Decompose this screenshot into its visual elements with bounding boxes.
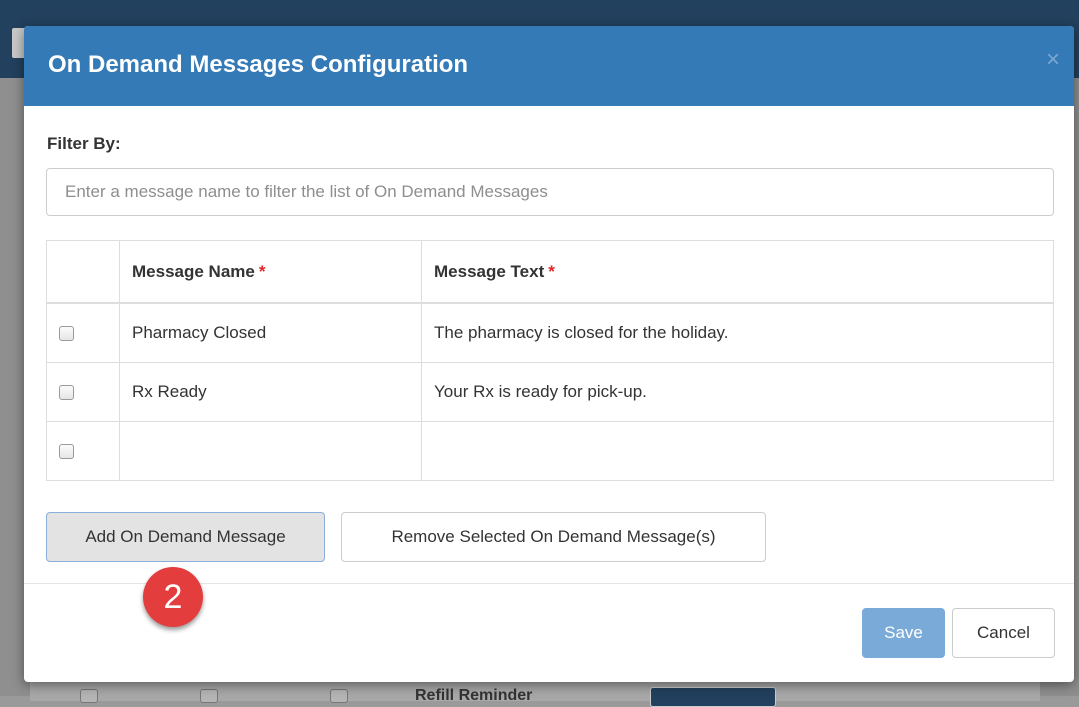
- message-name-cell[interactable]: Rx Ready: [119, 362, 422, 422]
- table-row[interactable]: Pharmacy Closed The pharmacy is closed f…: [46, 302, 1054, 363]
- message-name-header-label: Message Name: [132, 261, 255, 281]
- row-checkbox[interactable]: [59, 385, 74, 401]
- messages-table: Message Name * Message Text * Pharmacy Clo…: [46, 240, 1054, 481]
- save-button[interactable]: Save: [862, 608, 945, 658]
- row-select-cell: [46, 302, 120, 363]
- modal-header: On Demand Messages Configuration ×: [24, 26, 1074, 106]
- message-text-header-label: Message Text: [434, 261, 545, 281]
- background-row: Refill Reminder: [30, 680, 1040, 707]
- row-checkbox[interactable]: [59, 326, 74, 342]
- row-checkbox[interactable]: [59, 444, 74, 460]
- step-marker-badge: 2: [143, 567, 203, 627]
- row-select-cell: [46, 362, 120, 422]
- filter-label: Filter By:: [47, 134, 121, 153]
- background-checkbox: [200, 689, 218, 703]
- row-select-cell: [46, 421, 120, 481]
- required-asterisk: *: [258, 261, 266, 281]
- table-header-row: Message Name * Message Text *: [46, 240, 1054, 304]
- background-checkbox: [330, 689, 348, 703]
- required-asterisk: *: [548, 261, 555, 281]
- table-row[interactable]: [46, 421, 1054, 481]
- message-text-header: Message Text *: [421, 240, 1054, 304]
- add-on-demand-message-button[interactable]: Add On Demand Message: [46, 512, 325, 562]
- close-icon[interactable]: ×: [1046, 48, 1060, 72]
- message-text-cell[interactable]: The pharmacy is closed for the holiday.: [421, 302, 1054, 363]
- modal-title: On Demand Messages Configuration: [48, 51, 469, 78]
- filter-input[interactable]: [46, 168, 1054, 216]
- table-row[interactable]: Rx Ready Your Rx is ready for pick-up.: [46, 362, 1054, 422]
- remove-selected-messages-button[interactable]: Remove Selected On Demand Message(s): [341, 512, 766, 562]
- background-checkbox: [80, 689, 98, 703]
- background-row-text: Refill Reminder: [415, 687, 533, 704]
- message-name-cell[interactable]: Pharmacy Closed: [119, 302, 422, 363]
- message-name-header: Message Name *: [119, 240, 422, 304]
- message-name-cell[interactable]: [119, 421, 422, 481]
- on-demand-messages-modal: On Demand Messages Configuration × Filte…: [24, 26, 1074, 682]
- message-text-cell[interactable]: [421, 421, 1054, 481]
- background-button: [650, 687, 776, 707]
- select-column-header: [46, 240, 120, 304]
- message-text-cell[interactable]: Your Rx is ready for pick-up.: [421, 362, 1054, 422]
- cancel-button[interactable]: Cancel: [952, 608, 1055, 658]
